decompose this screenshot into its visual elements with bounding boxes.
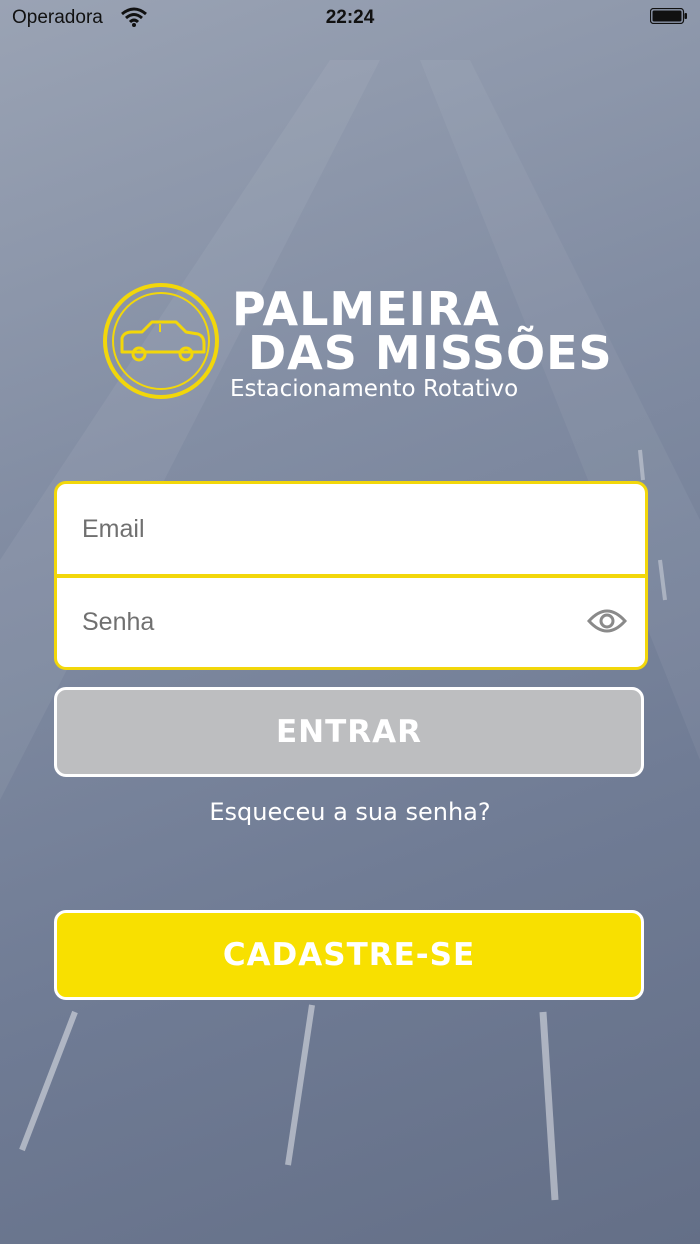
clock: 22:24 [325,7,375,28]
app-logo: PALMEIRA DAS MISSÕES Estacionamento Rota… [102,282,622,412]
register-button[interactable]: CADASTRE-SE [54,910,644,1000]
password-input[interactable] [57,578,645,667]
password-field-container [57,578,645,667]
email-input[interactable] [57,484,645,574]
eye-icon[interactable] [587,606,627,636]
car-circle-icon [103,283,219,399]
logo-title-line2: DAS MISSÕES [248,326,613,380]
forgot-password-link[interactable]: Esqueceu a sua senha? [0,798,700,826]
login-form [54,481,648,670]
logo-subtitle: Estacionamento Rotativo [230,376,519,402]
status-bar: Operadora 22:24 [0,0,700,36]
battery-icon [650,8,687,24]
email-field-container [57,484,645,578]
login-button[interactable]: ENTRAR [54,687,644,777]
